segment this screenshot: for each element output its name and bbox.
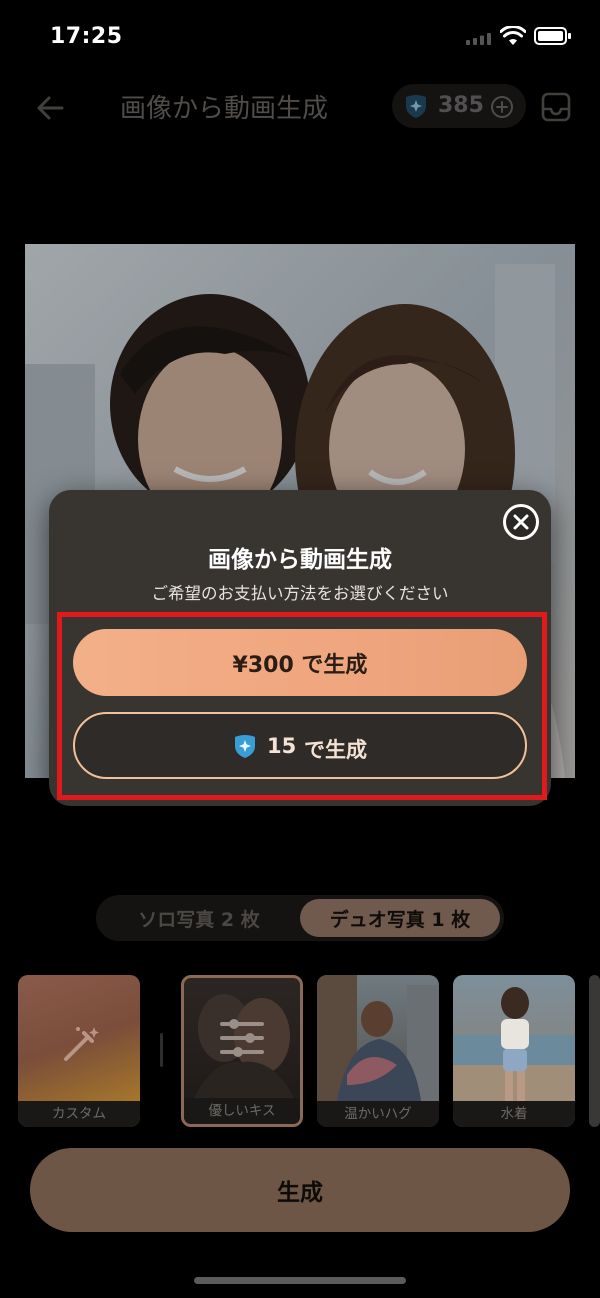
template-gentle-kiss[interactable]: 優しいキス [181, 975, 303, 1127]
pay-credit-amount: 15 [267, 734, 297, 758]
template-art [317, 975, 439, 1101]
template-swimsuit[interactable]: 水着 [453, 975, 575, 1127]
template-caption: 温かいハグ [317, 1101, 439, 1127]
template-warm-hug[interactable]: 温かいハグ [317, 975, 439, 1127]
pay-credit-label: で生成 [304, 738, 367, 762]
status-bar: 17:25 [0, 0, 600, 72]
template-art [453, 987, 575, 1101]
modal-subtitle: ご希望のお支払い方法をお選びください [151, 584, 449, 603]
template-caption: 優しいキス [184, 1098, 300, 1124]
template-caption: カスタム [18, 1101, 140, 1127]
pay-yen-button[interactable]: ¥300 で生成 [73, 629, 527, 696]
pay-credit-button[interactable] [73, 712, 527, 779]
template-partial[interactable] [589, 975, 600, 1127]
template-custom[interactable]: カスタム [18, 975, 140, 1127]
modal-title: 画像から動画生成 [208, 547, 392, 573]
wifi-icon [500, 26, 526, 45]
credit-badge-icon [235, 735, 255, 758]
close-icon[interactable] [503, 504, 539, 540]
magic-wand-icon [64, 1027, 99, 1061]
thumb-divider [160, 1033, 163, 1067]
sliders-icon [220, 1019, 264, 1057]
status-time: 17:25 [50, 24, 123, 49]
segment-duo[interactable]: デュオ写真 1 枚 [300, 899, 500, 937]
template-caption: 水着 [453, 1101, 575, 1127]
generate-button[interactable]: 生成 [30, 1148, 570, 1232]
battery-icon [534, 27, 571, 45]
home-indicator [194, 1277, 406, 1284]
cellular-signal-icon [466, 33, 491, 45]
segment-solo[interactable]: ソロ写真 2 枚 [100, 899, 298, 937]
